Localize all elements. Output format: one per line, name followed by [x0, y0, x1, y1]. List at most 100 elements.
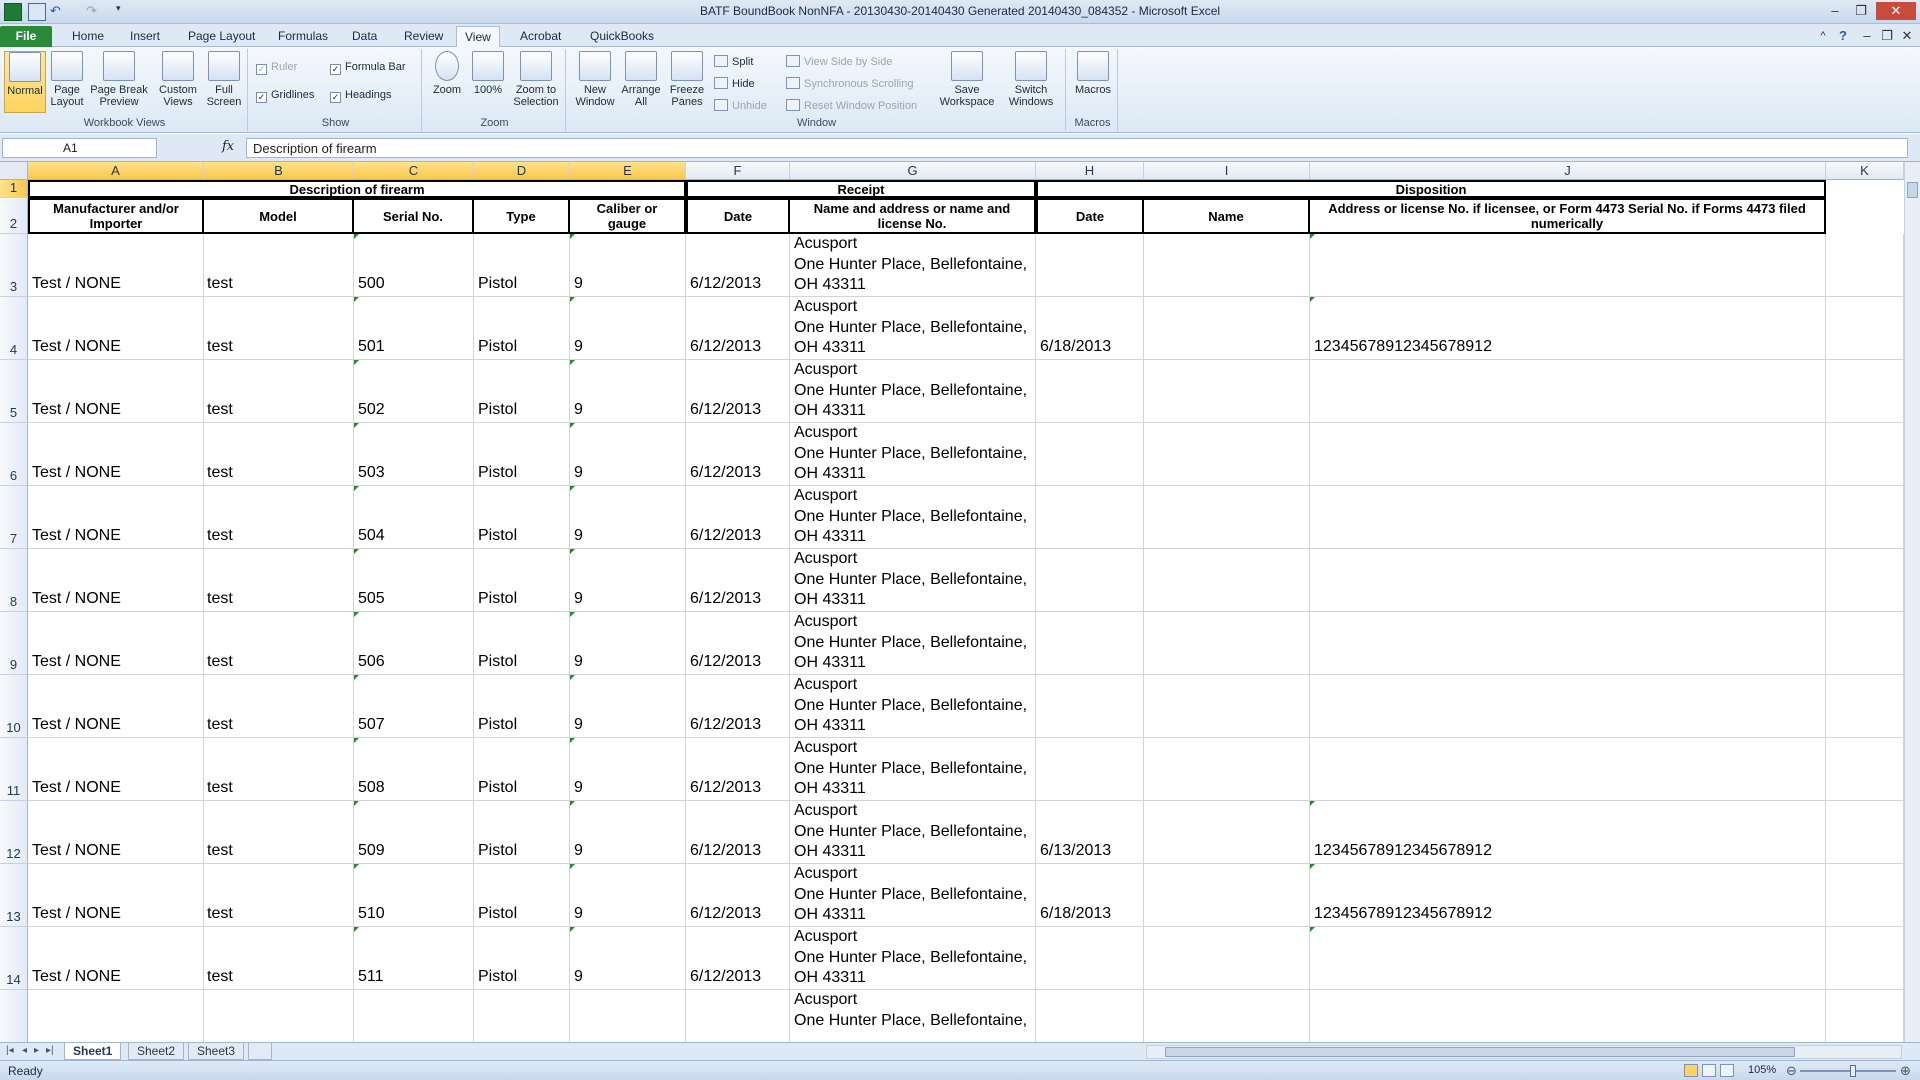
switch-windows-button[interactable]: Switch Windows — [1000, 51, 1062, 113]
cell-manufacturer[interactable]: Test / NONE — [32, 527, 121, 545]
cell-type[interactable]: Pistol — [478, 464, 517, 482]
cell-serial[interactable]: 510 — [358, 905, 385, 923]
column-header-d[interactable]: D — [474, 162, 570, 180]
cell-manufacturer[interactable]: Test / NONE — [32, 779, 121, 797]
zoom-out-icon[interactable]: ⊖ — [1786, 1063, 1797, 1079]
cell-receipt-name-line3[interactable]: OH 43311 — [794, 402, 866, 420]
header-disposition-address[interactable]: Address or license No. if licensee, or F… — [1308, 198, 1826, 234]
cell-receipt-name-line1[interactable]: Acusport — [794, 361, 857, 379]
cell-receipt-name-line2[interactable]: One Hunter Place, Bellefontaine, — [794, 571, 1027, 589]
cell-receipt-date[interactable]: 6/12/2013 — [690, 590, 761, 608]
cell-disposition-date[interactable]: 6/18/2013 — [1040, 338, 1111, 356]
cell-caliber[interactable]: 9 — [574, 779, 583, 797]
cell-receipt-name-line1[interactable]: Acusport — [794, 802, 857, 820]
cell-model[interactable]: test — [207, 905, 233, 923]
cell-serial[interactable]: 502 — [358, 401, 385, 419]
cell-receipt-name-line2[interactable]: One Hunter Place, Bellefontaine, — [794, 382, 1027, 400]
cell-type[interactable]: Pistol — [478, 401, 517, 419]
horizontal-scroll-thumb[interactable] — [1165, 1047, 1795, 1057]
worksheet-grid[interactable]: ABCDEFGHIJK 1 2 3 4 5 6 7 8 9 10 11 12 13 14 Descript… — [0, 162, 1904, 1042]
column-header-i[interactable]: I — [1144, 162, 1310, 180]
group-header-description[interactable]: Description of firearm — [28, 180, 686, 198]
header-caliber[interactable]: Caliber or gauge — [568, 198, 686, 234]
custom-views-button[interactable]: Custom Views — [156, 51, 200, 113]
cell-type[interactable]: Pistol — [478, 527, 517, 545]
column-header-j[interactable]: J — [1310, 162, 1826, 180]
cell-manufacturer[interactable]: Test / NONE — [32, 842, 121, 860]
cell-receipt-date[interactable]: 6/12/2013 — [690, 338, 761, 356]
cell-model[interactable]: test — [207, 464, 233, 482]
cell-receipt-date[interactable]: 6/12/2013 — [690, 653, 761, 671]
cell-manufacturer[interactable]: Test / NONE — [32, 464, 121, 482]
cell-model[interactable]: test — [207, 968, 233, 986]
cell-manufacturer[interactable]: Test / NONE — [32, 275, 121, 293]
cell-receipt-name-line2[interactable]: One Hunter Place, Bellefontaine, — [794, 949, 1027, 967]
tab-data[interactable]: Data — [344, 26, 385, 47]
cell-serial[interactable]: 508 — [358, 779, 385, 797]
cell-disposition-address[interactable]: 12345678912345678912 — [1314, 905, 1492, 923]
row-header[interactable]: 12 — [0, 801, 28, 864]
horizontal-scrollbar[interactable] — [1146, 1045, 1902, 1059]
cell-disposition-address[interactable]: 12345678912345678912 — [1314, 842, 1492, 860]
unhide-button[interactable]: Unhide — [714, 99, 767, 112]
row-header[interactable]: 14 — [0, 927, 28, 990]
insert-function-icon[interactable]: fx — [222, 139, 234, 154]
header-disposition-name[interactable]: Name — [1142, 198, 1310, 234]
page-layout-status-icon[interactable] — [1702, 1064, 1716, 1077]
cell-model[interactable]: test — [207, 842, 233, 860]
cell-manufacturer[interactable]: Test / NONE — [32, 968, 121, 986]
tab-file[interactable]: File — [0, 26, 52, 47]
cell-receipt-name-line3[interactable]: OH 43311 — [794, 276, 866, 294]
cell-type[interactable]: Pistol — [478, 653, 517, 671]
cell-caliber[interactable]: 9 — [574, 401, 583, 419]
column-header-e[interactable]: E — [570, 162, 686, 180]
minimize-button[interactable]: – — [1824, 2, 1846, 20]
tab-insert[interactable]: Insert — [122, 26, 168, 47]
vertical-scroll-thumb[interactable] — [1907, 182, 1918, 198]
cell-receipt-name-line1[interactable]: Acusport — [794, 550, 857, 568]
workbook-close-button[interactable]: ✕ — [1896, 27, 1918, 45]
prev-sheet-icon[interactable]: ◂ — [22, 1045, 27, 1056]
cell-manufacturer[interactable]: Test / NONE — [32, 590, 121, 608]
tab-formulas[interactable]: Formulas — [270, 26, 336, 47]
view-side-by-side-button[interactable]: View Side by Side — [786, 55, 892, 68]
cell-manufacturer[interactable]: Test / NONE — [32, 338, 121, 356]
sheet-tab-sheet3[interactable]: Sheet3 — [188, 1043, 245, 1060]
cell-receipt-name-line2[interactable]: One Hunter Place, Bellefontaine, — [794, 886, 1027, 904]
select-all-corner[interactable] — [0, 162, 28, 180]
row-header[interactable]: 11 — [0, 738, 28, 801]
gridlines-checkbox[interactable]: ✓ Gridlines — [256, 89, 314, 103]
cell-type[interactable]: Pistol — [478, 968, 517, 986]
zoom-slider-knob[interactable] — [1850, 1065, 1856, 1077]
cell-serial[interactable]: 504 — [358, 527, 385, 545]
cell-receipt-date[interactable]: 6/12/2013 — [690, 275, 761, 293]
cell-receipt-name-line2[interactable]: One Hunter Place, Bellefontaine, — [794, 508, 1027, 526]
cell-model[interactable]: test — [207, 275, 233, 293]
cell-receipt-name-line3[interactable]: OH 43311 — [794, 717, 866, 735]
header-type[interactable]: Type — [472, 198, 570, 234]
ruler-checkbox[interactable]: ✓ Ruler — [256, 61, 297, 75]
row-header[interactable]: 9 — [0, 612, 28, 675]
row-header[interactable]: 1 — [0, 180, 28, 198]
cell-receipt-name-line2[interactable]: One Hunter Place, Bellefontaine, — [794, 823, 1027, 841]
headings-checkbox[interactable]: ✓ Headings — [330, 89, 391, 103]
header-serial[interactable]: Serial No. — [352, 198, 474, 234]
cell-type[interactable]: Pistol — [478, 905, 517, 923]
cell-serial[interactable]: 506 — [358, 653, 385, 671]
cell-receipt-name-line3[interactable]: OH 43311 — [794, 780, 866, 798]
save-workspace-button[interactable]: Save Workspace — [938, 51, 996, 113]
page-layout-view-button[interactable]: Page Layout — [48, 51, 86, 113]
normal-view-status-icon[interactable] — [1684, 1064, 1698, 1077]
tab-view[interactable]: View — [456, 26, 500, 47]
row-header[interactable]: 2 — [0, 198, 28, 234]
cell-receipt-name-line2[interactable]: One Hunter Place, Bellefontaine, — [794, 760, 1027, 778]
ribbon-minimize-icon[interactable]: ^ — [1812, 27, 1834, 45]
cell-receipt-name-line1[interactable]: Acusport — [794, 235, 857, 253]
cell-serial[interactable]: 503 — [358, 464, 385, 482]
cell-receipt-date[interactable]: 6/12/2013 — [690, 779, 761, 797]
cell-serial[interactable]: 505 — [358, 590, 385, 608]
cell-receipt-name-line1[interactable]: Acusport — [794, 298, 857, 316]
formula-input[interactable]: Description of firearm — [246, 138, 1908, 158]
cell-receipt-date[interactable]: 6/12/2013 — [690, 527, 761, 545]
cell-receipt-name-line1[interactable]: Acusport — [794, 928, 857, 946]
